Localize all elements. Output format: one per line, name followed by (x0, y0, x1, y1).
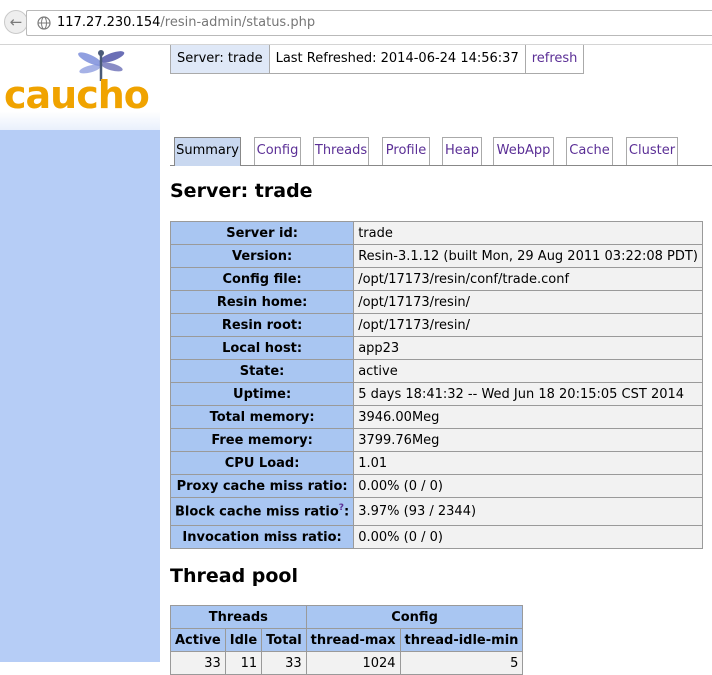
config-group-header: Config (305, 605, 524, 629)
row-value: app23 (353, 336, 703, 360)
row-label: Block cache miss ratio?: (169, 497, 355, 526)
thread-pool-title: Thread pool (170, 565, 298, 587)
back-arrow-icon[interactable]: ← (4, 10, 28, 34)
label-colon: : (343, 504, 350, 520)
table-row: Server id: trade (169, 221, 703, 245)
row-value: trade (353, 221, 703, 245)
column-header: thread-max (305, 628, 401, 652)
row-label: State: (169, 359, 355, 383)
table-row: Invocation miss ratio: 0.00% (0 / 0) (169, 525, 703, 549)
last-refreshed: Last Refreshed: 2014-06-24 14:56:37 (270, 45, 526, 73)
table-cell: 1024 (305, 651, 401, 675)
url-host: 117.27.230.154 (57, 15, 161, 30)
url-field[interactable]: 117.27.230.154/resin-admin/status.php (26, 10, 712, 36)
tab-profile[interactable]: Profile (382, 137, 430, 165)
table-row: State: active (169, 359, 703, 383)
column-header: thread-idle-min (399, 628, 524, 652)
column-header: Idle (224, 628, 263, 652)
row-value: /opt/17173/resin/conf/trade.conf (353, 267, 703, 291)
tab-config[interactable]: Config (254, 137, 301, 165)
row-label: Resin root: (169, 313, 355, 337)
table-row: Resin root:/opt/17173/resin/ (169, 313, 703, 337)
table-row: Config file:/opt/17173/resin/conf/trade.… (169, 267, 703, 291)
tab-cache[interactable]: Cache (566, 137, 613, 165)
table-cell: 11 (224, 651, 263, 675)
row-label: Config file: (169, 267, 355, 291)
table-row: Resin home:/opt/17173/resin/ (169, 290, 703, 314)
thread-pool-table: Threads Config Active Idle Total thread-… (170, 605, 524, 675)
block-cache-label: Block cache miss ratio (175, 504, 339, 520)
row-value: 5 days 18:41:32 -- Wed Jun 18 20:15:05 C… (353, 382, 703, 406)
url-text: 117.27.230.154/resin-admin/status.php (57, 15, 315, 30)
browser-address-bar: ← 117.27.230.154/resin-admin/status.php (0, 0, 712, 45)
row-label: Local host: (169, 336, 355, 360)
row-value: active (353, 359, 703, 383)
table-row: Proxy cache miss ratio: 0.00% (0 / 0) (169, 474, 703, 498)
table-row: Local host: app23 (169, 336, 703, 360)
server-name: Server: trade (170, 45, 270, 73)
group-header-row: Threads Config (170, 605, 524, 629)
tab-threads[interactable]: Threads (313, 137, 369, 165)
row-value: /opt/17173/resin/ (353, 290, 703, 314)
table-row: Block cache miss ratio?: 3.97% (93 / 234… (169, 497, 703, 526)
row-label: CPU Load: (169, 451, 355, 475)
tab-webapp[interactable]: WebApp (493, 137, 554, 165)
row-value: 0.00% (0 / 0) (353, 474, 703, 498)
row-value: 3.97% (93 / 2344) (353, 497, 703, 526)
left-sidebar: caucho (0, 45, 160, 662)
row-label: Resin home: (169, 290, 355, 314)
row-label: Free memory: (169, 428, 355, 452)
caucho-logo-text: caucho (4, 73, 150, 117)
row-label: Invocation miss ratio: (169, 525, 355, 549)
row-label: Proxy cache miss ratio: (169, 474, 355, 498)
row-value: /opt/17173/resin/ (353, 313, 703, 337)
row-value: Resin-3.1.12 (built Mon, 29 Aug 2011 03:… (353, 244, 703, 268)
row-value: 3946.00Meg (353, 405, 703, 429)
row-label: Total memory: (169, 405, 355, 429)
row-label: Server id: (169, 221, 355, 245)
row-value: 0.00% (0 / 0) (353, 525, 703, 549)
tab-cluster[interactable]: Cluster (626, 137, 678, 165)
tab-heap[interactable]: Heap (442, 137, 482, 165)
column-header: Total (261, 628, 307, 652)
threads-group-header: Threads (170, 605, 307, 629)
url-path: /resin-admin/status.php (160, 15, 316, 30)
table-cell: 5 (399, 651, 524, 675)
table-row: 33 11 33 1024 5 (170, 651, 524, 675)
row-label: Version: (169, 244, 355, 268)
table-row: Version: Resin-3.1.12 (built Mon, 29 Aug … (169, 244, 703, 268)
table-row: CPU Load: 1.01 (169, 451, 703, 475)
column-header: Active (170, 628, 226, 652)
row-value: 3799.76Meg (353, 428, 703, 452)
column-header-row: Active Idle Total thread-max thread-idle… (170, 628, 524, 652)
server-summary-table: Server id: trade Version: Resin-3.1.12 (bu… (169, 221, 703, 549)
tab-summary[interactable]: Summary (174, 137, 241, 166)
table-cell: 33 (261, 651, 307, 675)
table-row: Total memory: 3946.00Meg (169, 405, 703, 429)
table-row: Free memory: 3799.76Meg (169, 428, 703, 452)
row-value: 1.01 (353, 451, 703, 475)
refresh-link[interactable]: refresh (532, 51, 578, 66)
tab-bar: Summary Config Threads Profile Heap WebA… (170, 137, 712, 166)
table-row: Uptime: 5 days 18:41:32 -- Wed Jun 18 20:… (169, 382, 703, 406)
row-label: Uptime: (169, 382, 355, 406)
caucho-logo[interactable]: caucho (0, 45, 160, 130)
page-title: Server: trade (170, 180, 313, 202)
refresh-cell: refresh (526, 45, 585, 73)
table-cell: 33 (170, 651, 226, 675)
globe-icon (37, 16, 51, 30)
server-info-bar: Server: trade Last Refreshed: 2014-06-24… (170, 45, 585, 74)
